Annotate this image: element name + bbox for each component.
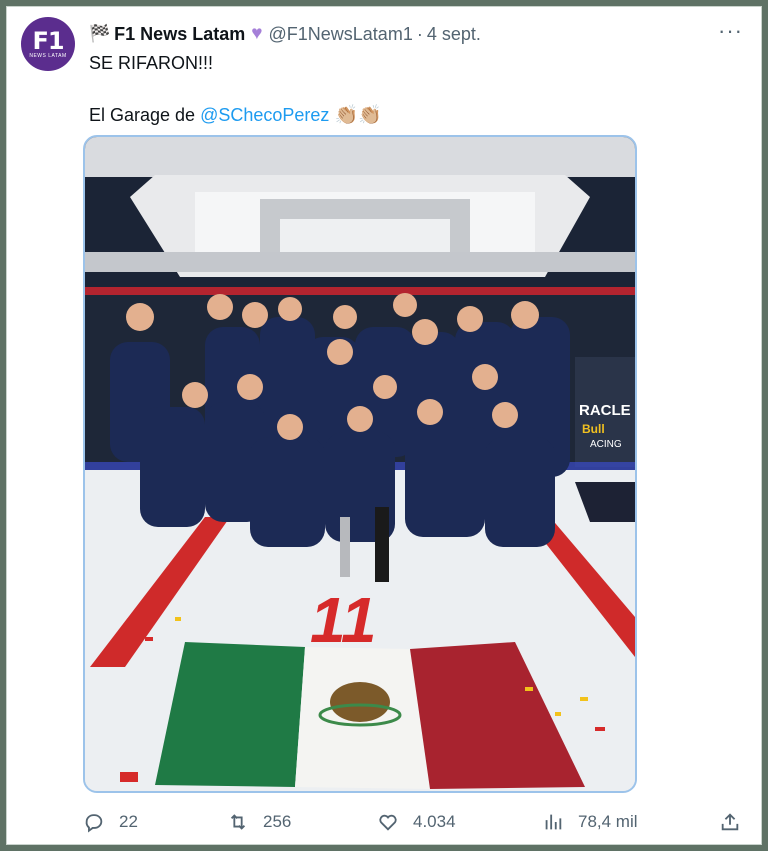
purple-heart-icon: ♥ bbox=[251, 23, 263, 44]
reply-count: 22 bbox=[119, 812, 138, 831]
tweet-card[interactable]: F1 NEWS LATAM 🏁 F1 News Latam ♥ @F1NewsL… bbox=[6, 6, 762, 845]
floor-number: 11 bbox=[310, 584, 376, 656]
tweet-actions-bar: 22 256 4.034 78,4 mil bbox=[83, 807, 743, 837]
tweet-text: SE RIFARON!!! El Garage de @SChecoPerez … bbox=[89, 51, 382, 128]
views-icon bbox=[545, 814, 562, 830]
separator-dot: · bbox=[416, 23, 423, 44]
sign-text-2: Bull bbox=[582, 422, 605, 436]
clapping-hands-icon: 👏🏼👏🏼 bbox=[334, 105, 382, 126]
share-icon bbox=[721, 813, 739, 831]
sign-text: RACLE bbox=[579, 402, 631, 419]
retweet-button[interactable]: 256 bbox=[227, 811, 291, 833]
tweet-date[interactable]: 4 sept. bbox=[427, 24, 481, 45]
retweet-count: 256 bbox=[263, 812, 292, 831]
tweet-text-line1: SE RIFARON!!! bbox=[89, 53, 214, 73]
reply-icon bbox=[85, 814, 103, 833]
tweet-text-line2: El Garage de @SChecoPerez 👏🏼👏🏼 bbox=[89, 103, 382, 128]
more-options-icon[interactable]: ··· bbox=[718, 20, 743, 42]
avatar-logo-subtext: NEWS LATAM bbox=[29, 52, 67, 59]
retweet-icon bbox=[230, 814, 246, 830]
view-count: 78,4 mil bbox=[578, 812, 638, 831]
share-button[interactable] bbox=[719, 811, 741, 833]
profile-avatar[interactable]: F1 NEWS LATAM bbox=[21, 17, 75, 71]
like-count: 4.034 bbox=[413, 812, 456, 831]
text-prefix: El Garage de bbox=[89, 105, 196, 125]
tweet-header: 🏁 F1 News Latam ♥ @F1NewsLatam1 · 4 sept… bbox=[89, 21, 481, 47]
avatar-logo-text: F1 bbox=[32, 26, 64, 55]
display-name[interactable]: F1 News Latam bbox=[114, 24, 245, 45]
tweet-photo[interactable]: RACLE Bull ACING 11 bbox=[83, 135, 637, 793]
user-handle[interactable]: @F1NewsLatam1 bbox=[269, 24, 413, 45]
reply-button[interactable]: 22 bbox=[83, 811, 138, 833]
like-icon bbox=[379, 814, 397, 831]
garage-photo-illustration: RACLE Bull ACING 11 bbox=[85, 137, 635, 791]
mexican-flag bbox=[155, 642, 585, 789]
mention-link[interactable]: @SChecoPerez bbox=[200, 105, 329, 125]
like-button[interactable]: 4.034 bbox=[377, 811, 456, 833]
sign-text-3: ACING bbox=[590, 439, 622, 450]
checkered-flag-icon: 🏁 bbox=[89, 24, 111, 43]
views-button[interactable]: 78,4 mil bbox=[542, 811, 638, 833]
